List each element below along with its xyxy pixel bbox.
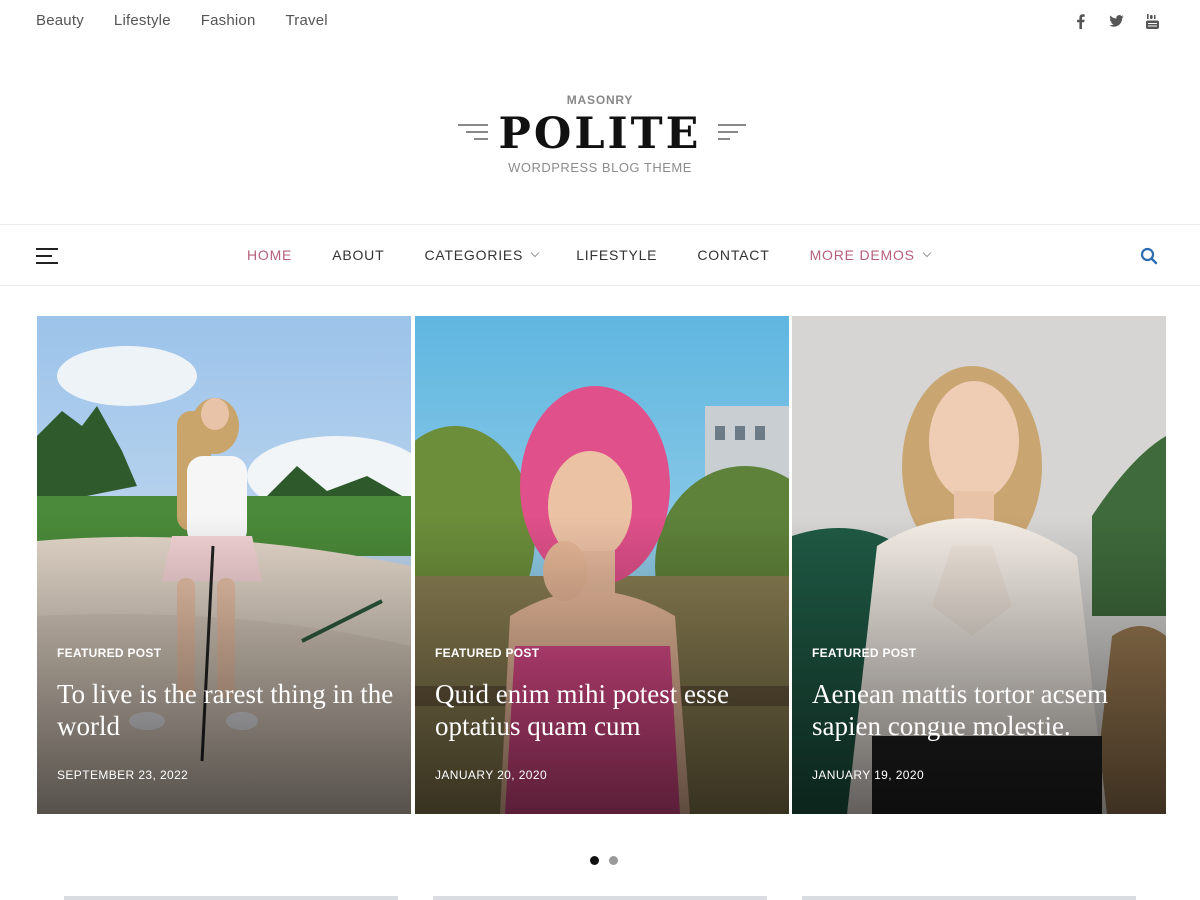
twitter-icon[interactable] [1108,12,1124,30]
top-link-travel[interactable]: Travel [286,12,328,29]
nav-item-lifestyle[interactable]: LIFESTYLE [576,247,657,263]
featured-post-card[interactable]: FEATURED POST Aenean mattis tortor acsem… [792,316,1166,814]
post-title[interactable]: To live is the rarest thing in the world [57,678,397,742]
post-label: FEATURED POST [57,646,162,660]
featured-slider: FEATURED POST To live is the rarest thin… [37,316,1166,814]
logo-right-lines [718,123,748,143]
nav-item-label: ABOUT [332,247,385,263]
post-date: SEPTEMBER 23, 2022 [57,768,189,782]
post-title[interactable]: Quid enim mihi potest esse optatius quam… [435,678,775,742]
nav-item-about[interactable]: ABOUT [332,247,384,263]
chevron-down-icon [922,248,932,258]
content-card-peek [64,896,398,900]
youtube-icon[interactable] [1144,12,1160,30]
content-card-peek [433,896,767,900]
slider-pagination [590,856,618,865]
nav-item-label: CATEGORIES [424,247,524,263]
social-links [1072,12,1160,30]
nav-item-label: LIFESTYLE [576,247,658,263]
logo-subtitle: WORDPRESS BLOG THEME [508,160,692,175]
top-bar: Beauty Lifestyle Fashion Travel [0,0,1200,44]
logo-title: POLITE [498,109,702,159]
site-logo[interactable]: MASONRY POLITE WORDPRESS BLOG THEME [0,85,1200,185]
nav-item-contact[interactable]: CONTACT [697,247,769,263]
nav-item-label: CONTACT [697,247,770,263]
post-label: FEATURED POST [812,646,917,660]
nav-item-home[interactable]: HOME [247,247,292,263]
post-title[interactable]: Aenean mattis tortor acsem sapien congue… [812,678,1152,742]
search-icon[interactable] [1140,247,1158,265]
featured-post-card[interactable]: FEATURED POST Quid enim mihi potest esse… [415,316,789,814]
nav-item-more-demos[interactable]: MORE DEMOS [809,247,932,263]
nav-menu: HOME ABOUT CATEGORIES LIFESTYLE CONTACT … [247,247,932,263]
post-label: FEATURED POST [435,646,540,660]
top-category-links: Beauty Lifestyle Fashion Travel [36,12,328,29]
nav-item-label: MORE DEMOS [809,247,915,263]
chevron-down-icon [530,248,540,258]
main-navigation: HOME ABOUT CATEGORIES LIFESTYLE CONTACT … [0,224,1200,286]
top-link-fashion[interactable]: Fashion [201,12,256,29]
featured-post-card[interactable]: FEATURED POST To live is the rarest thin… [37,316,411,814]
nav-item-label: HOME [247,247,293,263]
hamburger-menu-icon[interactable] [36,246,58,266]
post-date: JANUARY 20, 2020 [435,768,548,782]
nav-item-categories[interactable]: CATEGORIES [424,247,540,263]
top-link-beauty[interactable]: Beauty [36,12,84,29]
top-link-lifestyle[interactable]: Lifestyle [114,12,171,29]
facebook-icon[interactable] [1072,12,1088,30]
content-card-peek [802,896,1136,900]
slider-dot-1[interactable] [590,856,599,865]
logo-tagline: MASONRY [566,93,634,107]
post-date: JANUARY 19, 2020 [812,768,925,782]
slider-dot-2[interactable] [609,856,618,865]
